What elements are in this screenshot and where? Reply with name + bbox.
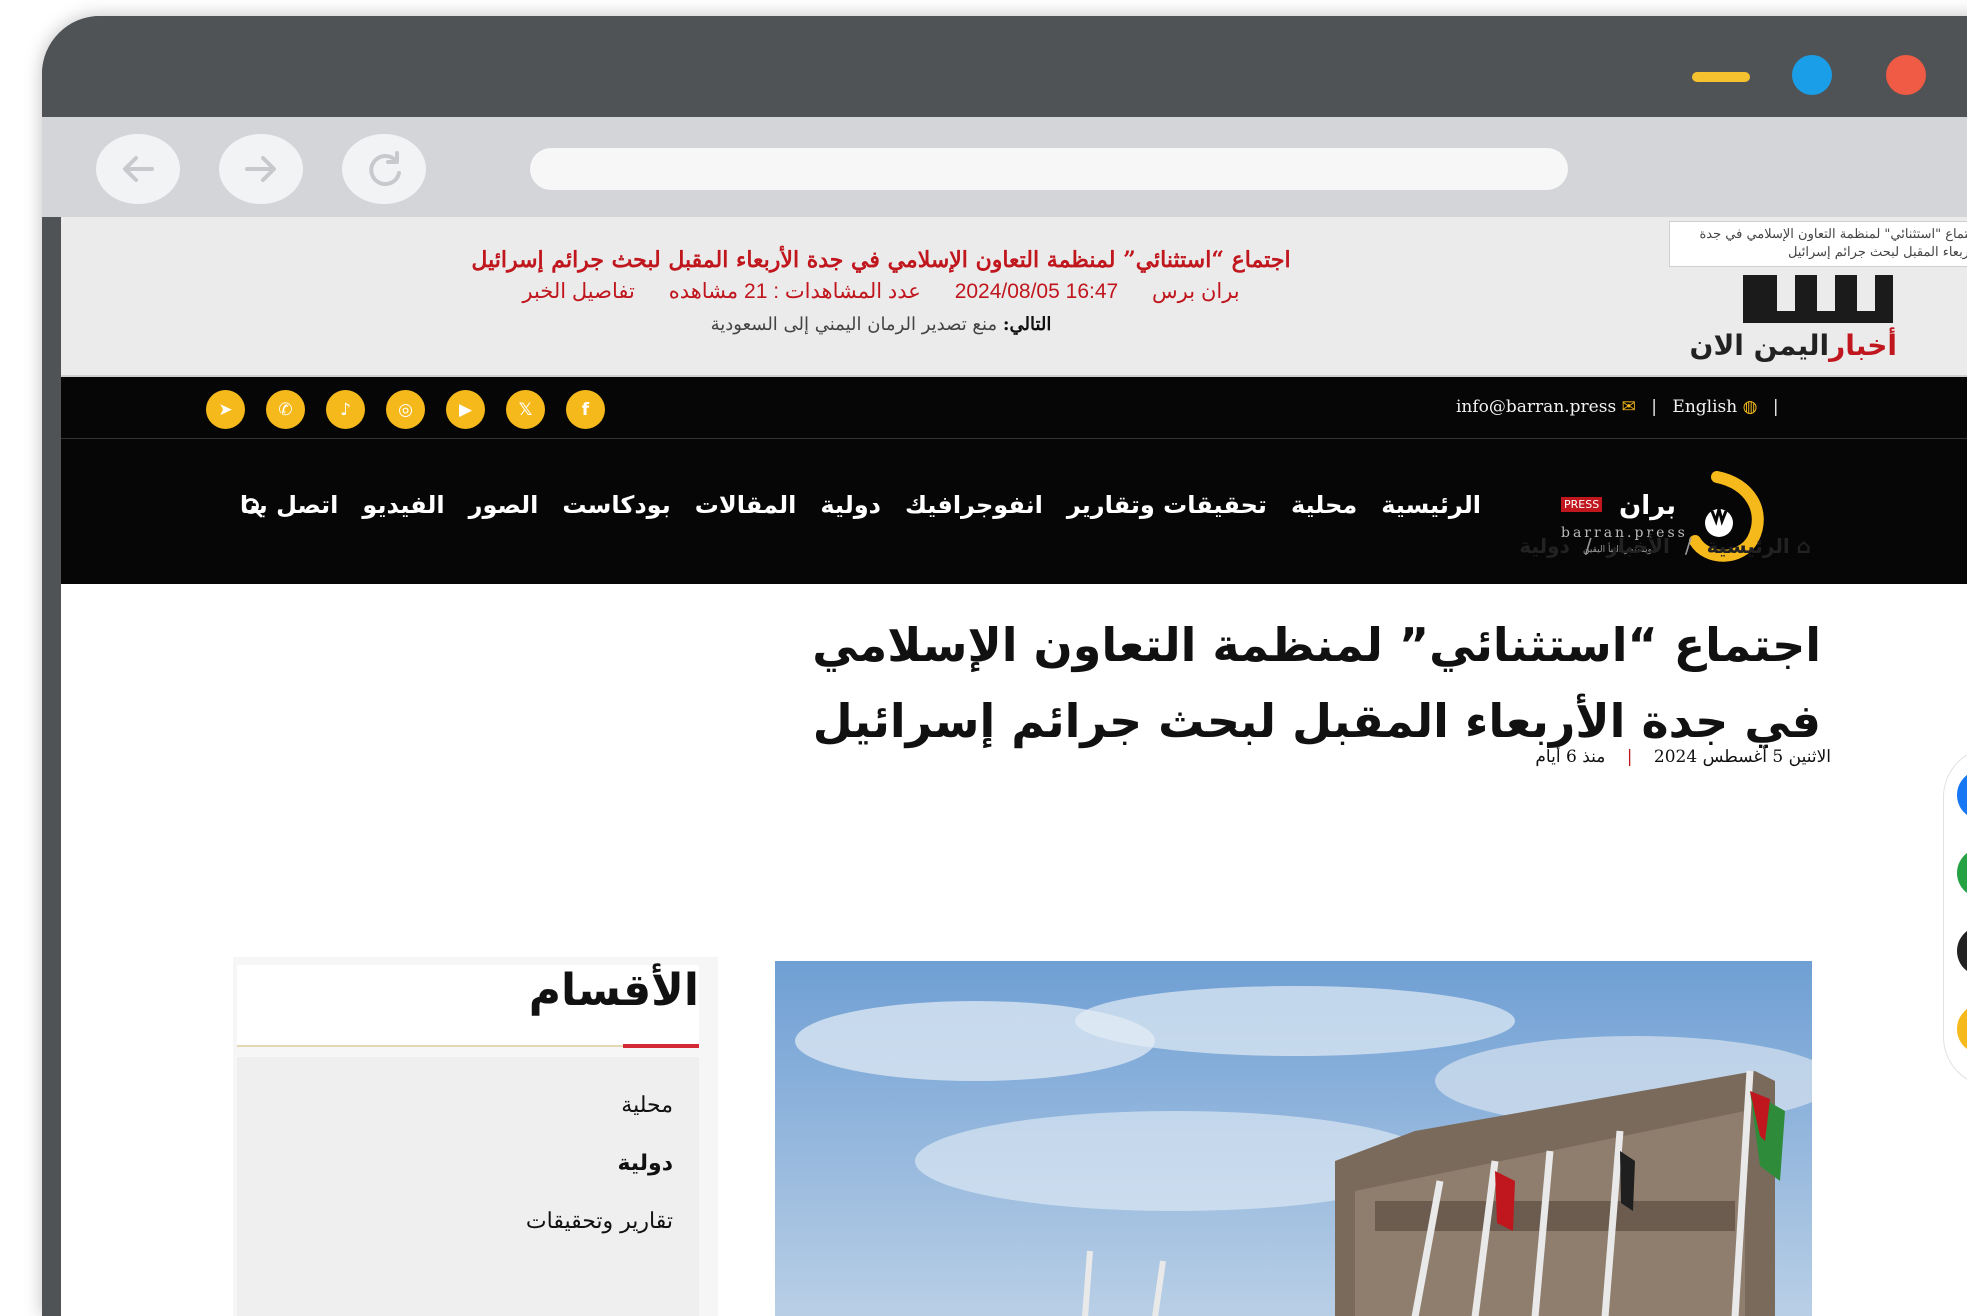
facebook-icon[interactable]: f [1957, 770, 1967, 820]
menu-item-infographic[interactable]: انفوجرافيك [905, 491, 1043, 519]
article-date: الاثنين 5 أغسطس 2024 [1653, 747, 1831, 767]
breadcrumb: ⌂ الرئيسية / الأخبار / دولية [1311, 534, 1811, 558]
breadcrumb-home[interactable]: الرئيسية [1707, 534, 1790, 558]
home-icon: ⌂ [1796, 534, 1811, 558]
date-separator: | [1626, 747, 1633, 767]
category-local[interactable]: محلية [621, 1093, 673, 1118]
breadcrumb-sep: / [1684, 534, 1692, 558]
logo-main: اليمن الان [1689, 329, 1830, 362]
x-icon[interactable]: 𝕏 [506, 390, 545, 429]
browser-navbar [42, 117, 1967, 217]
whatsapp-icon[interactable]: ✆ [266, 390, 305, 429]
contact-links: info@barran.press ✉ | English ◍ | [1456, 397, 1789, 417]
breaking-next-label: التالي: [1002, 314, 1052, 335]
logo-mark [1743, 275, 1893, 323]
menu-items: الرئيسية محلية تحقيقات وتقارير انفوجرافي… [240, 491, 1481, 519]
globe-icon: ◍ [1742, 397, 1758, 417]
breaking-next-text: منع تصدير الرمان اليمني إلى السعودية [710, 314, 998, 335]
breaking-details-link[interactable]: تفاصيل الخبر [522, 280, 635, 303]
category-reports[interactable]: تقارير وتحقيقات [526, 1209, 673, 1234]
article-headline: اجتماع “استثنائي” لمنظمة التعاون الإسلام… [812, 618, 1821, 748]
breaking-source: بران برس [1152, 280, 1240, 303]
address-bar[interactable] [530, 148, 1568, 190]
main-menu: الرئيسية محلية تحقيقات وتقارير انفوجرافي… [61, 439, 1967, 584]
browser-titlebar [42, 16, 1967, 117]
breaking-next[interactable]: التالي: منع تصدير الرمان اليمني إلى السع… [321, 314, 1441, 335]
print-icon[interactable]: ⎙ [1957, 1004, 1967, 1054]
menu-item-international[interactable]: دولية [820, 491, 881, 519]
minimize-button[interactable] [1692, 72, 1750, 82]
menu-item-investigations[interactable]: تحقيقات وتقارير [1067, 491, 1267, 519]
menu-item-photos[interactable]: الصور [469, 491, 539, 519]
x-icon[interactable]: 𝕏 [1957, 926, 1967, 976]
web-page: اجتماع “استثنائي” لمنظمة التعاون الإسلام… [61, 217, 1967, 1316]
facebook-icon[interactable]: f [566, 390, 605, 429]
menu-item-articles[interactable]: المقالات [695, 491, 797, 519]
yemen-now-logo[interactable]: أخباراليمن الان [1690, 257, 1897, 367]
youtube-icon[interactable]: ▶ [446, 390, 485, 429]
contact-social-bar: ➤ ✆ ♪ ◎ ▶ 𝕏 f info@barran.press ✉ | Engl… [61, 377, 1967, 439]
logo-accent: أخبار [1829, 329, 1897, 362]
breaking-views: عدد المشاهدات : 21 مشاهده [668, 280, 921, 303]
breaking-title[interactable]: اجتماع “استثنائي” لمنظمة التعاون الإسلام… [321, 247, 1441, 273]
article-ago: منذ 6 أيام [1535, 747, 1606, 767]
menu-item-contact[interactable]: اتصل بنا [240, 491, 338, 519]
share-sidebar: f ✆ 𝕏 ⎙ [1943, 747, 1967, 1087]
reload-icon [369, 151, 401, 187]
categories-header: الأقسام [237, 965, 699, 1045]
article-photo-illustration [775, 961, 1812, 1316]
article-image [775, 961, 1812, 1316]
tooltip: اجتماع "استثنائي" لمنظمة التعاون الإسلام… [1669, 221, 1967, 267]
brand-name: بران [1619, 491, 1677, 521]
tiktok-icon[interactable]: ♪ [326, 390, 365, 429]
breaking-meta: بران برس 16:47 2024/08/05 عدد المشاهدات … [321, 279, 1441, 304]
categories-list: محلية دولية تقارير وتحقيقات [237, 1057, 699, 1316]
brand-press: PRESS [1561, 497, 1603, 512]
back-button[interactable] [96, 134, 180, 204]
whatsapp-icon[interactable]: ✆ [1957, 848, 1967, 898]
maximize-button[interactable] [1792, 55, 1832, 95]
forward-button[interactable] [219, 134, 303, 204]
menu-item-home[interactable]: الرئيسية [1381, 491, 1481, 519]
article-dateline: الاثنين 5 أغسطس 2024 | منذ 6 أيام [1261, 747, 1831, 767]
breadcrumb-news[interactable]: الأخبار [1607, 534, 1670, 558]
language-link[interactable]: English [1672, 397, 1737, 417]
email-link[interactable]: info@barran.press [1456, 397, 1616, 417]
telegram-icon[interactable]: ➤ [206, 390, 245, 429]
categories-title: الأقسام [528, 965, 699, 1016]
menu-item-podcast[interactable]: بودكاست [562, 491, 670, 519]
breadcrumb-international[interactable]: دولية [1519, 534, 1570, 558]
forward-arrow-icon [245, 156, 276, 182]
browser-window: اجتماع “استثنائي” لمنظمة التعاون الإسلام… [42, 16, 1967, 1316]
breaking-datetime: 16:47 2024/08/05 [954, 280, 1119, 303]
category-international[interactable]: دولية [617, 1151, 673, 1176]
separator: | [1772, 397, 1779, 417]
categories-widget: الأقسام محلية دولية تقارير وتحقيقات [233, 957, 718, 1316]
menu-item-video[interactable]: الفيديو [362, 491, 444, 519]
instagram-icon[interactable]: ◎ [386, 390, 425, 429]
breaking-news-strip: اجتماع “استثنائي” لمنظمة التعاون الإسلام… [61, 217, 1967, 377]
envelope-icon: ✉ [1621, 397, 1636, 417]
separator: | [1651, 397, 1657, 417]
menu-item-local[interactable]: محلية [1291, 491, 1357, 519]
breadcrumb-sep: / [1584, 534, 1592, 558]
close-button[interactable] [1886, 55, 1926, 95]
logo-text: أخباراليمن الان [1690, 329, 1897, 362]
reload-button[interactable] [342, 134, 426, 204]
categories-divider [237, 1044, 699, 1048]
back-arrow-icon [123, 156, 154, 182]
